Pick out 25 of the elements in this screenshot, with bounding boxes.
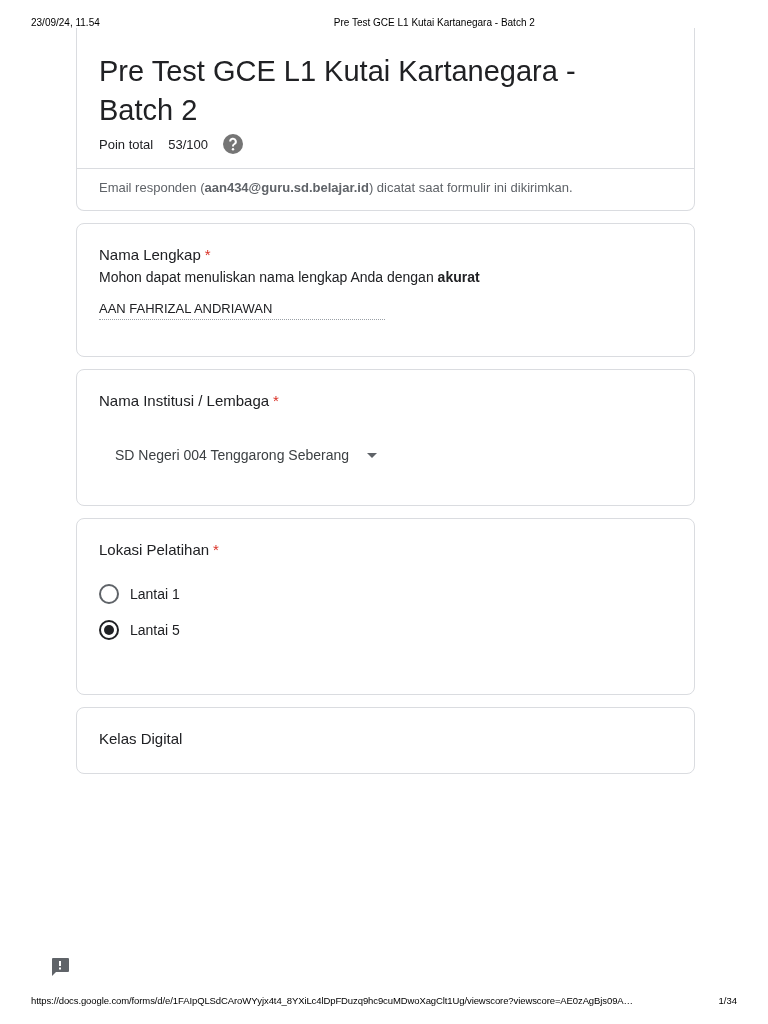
question-title: Lokasi Pelatihan: [99, 541, 210, 558]
print-date: 23/09/24, 11.54: [31, 17, 100, 28]
required-asterisk: *: [204, 246, 211, 263]
option-label: Lantai 1: [130, 586, 180, 602]
points-label: Poin total: [99, 136, 154, 152]
question-title: Nama Lengkap: [99, 246, 201, 263]
caret-icon: [367, 452, 378, 458]
feedback-icon[interactable]: [50, 957, 70, 977]
points-value: 53/100: [168, 136, 208, 152]
option-label: Lantai 5: [130, 622, 180, 638]
question-title: Kelas Digital: [99, 730, 183, 747]
page-number: 1/34: [718, 995, 737, 1006]
radio-button[interactable]: [99, 620, 119, 640]
form-title: Pre Test GCE L1 Kutai Kartanegara - Batch 2: [99, 54, 577, 128]
required-asterisk: *: [273, 392, 279, 409]
page-url: https://docs.google.com/forms/d/e/1FAIpQLSdCAroWYyjx4t4_8YXiLc4lDpFDuzq9hc9cuMDwoXagClt1Ug/viewscore?viewscore=AE0zAgBjs09A…: [31, 995, 633, 1006]
question-title: Nama Institusi / Lembaga: [99, 392, 270, 409]
question-description: Mohon dapat menuliskan nama lengkap Anda dengan akurat: [99, 269, 481, 285]
answer-field[interactable]: AAN FAHRIZAL ANDRIAWAN: [99, 301, 385, 320]
dropdown-field[interactable]: SD Negeri 004 Tenggarong Seberang: [115, 447, 378, 463]
help-icon[interactable]: [222, 134, 243, 154]
email-note: Email responden (aan434@guru.sd.belajar.id) dicatat saat formulir ini dikirimkan.: [98, 179, 574, 197]
radio-button[interactable]: [99, 584, 119, 604]
print-title: Pre Test GCE L1 Kutai Kartanegara - Batch 2: [333, 17, 535, 28]
required-asterisk: *: [213, 541, 219, 558]
